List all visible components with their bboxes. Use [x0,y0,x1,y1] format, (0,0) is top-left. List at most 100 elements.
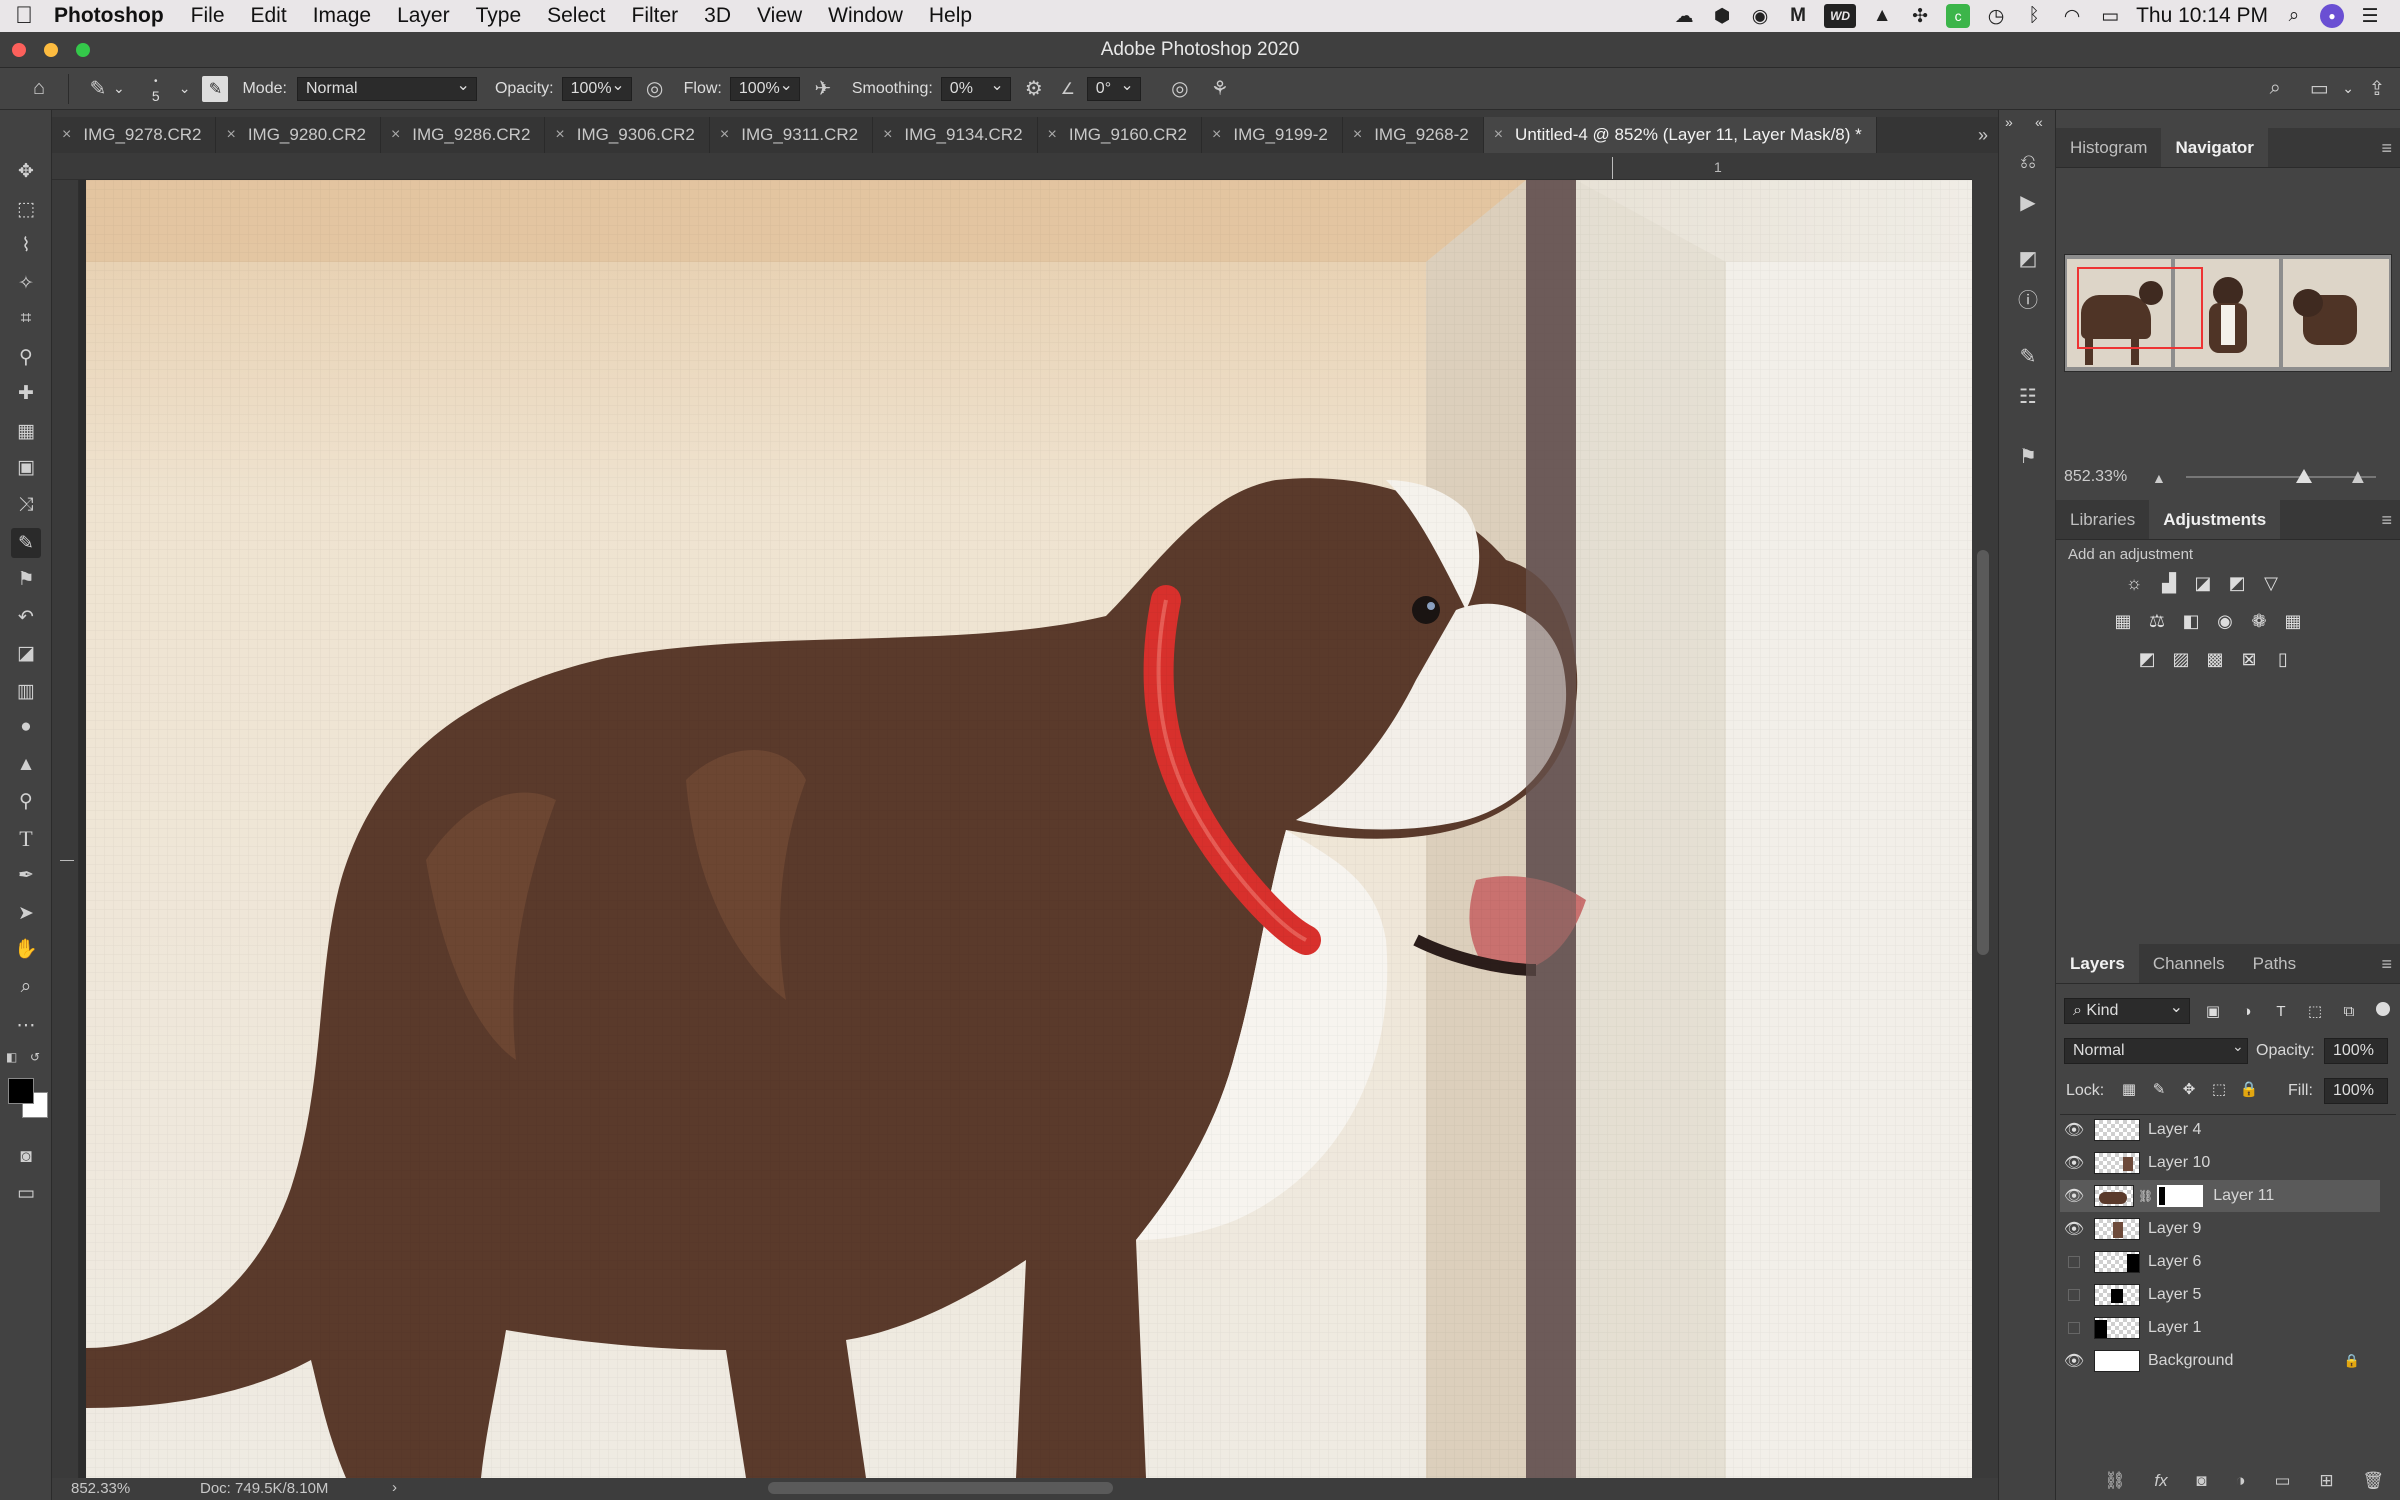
lock-transparent-icon[interactable]: ▦ [2116,1076,2142,1102]
properties-panel-icon[interactable]: ☷ [2012,380,2044,412]
delete-layer-icon[interactable]: 🗑 [2362,1471,2384,1491]
color-panel-icon[interactable]: ◩ [2012,242,2044,274]
transform-tool-icon[interactable]: ⤨ [11,490,41,520]
apple-icon[interactable]:  [0,2,48,30]
tab-untitled-4[interactable]: × Untitled-4 @ 852% (Layer 11, Layer Mask… [1483,117,1877,153]
pen-tool-icon[interactable]: ✒ [11,860,41,890]
blend-mode-chevron-icon[interactable]: ⌄ [2232,1038,2244,1055]
eye-icon[interactable]: 👁 [2060,1186,2088,1206]
navigator-view-box[interactable] [2077,267,2203,349]
wd-drive-icon[interactable]: WD [1824,4,1857,28]
zoom-in-icon[interactable]: ▲ [2348,466,2368,489]
collapse-left-icon[interactable]: » [2005,114,2013,130]
filter-toggle[interactable] [2376,1002,2390,1016]
more-tools-icon[interactable]: ⋯ [11,1010,41,1040]
vibrance-icon[interactable]: ▽ [2258,570,2284,596]
close-tab-icon[interactable]: × [391,126,400,144]
chain-link-icon[interactable]: ⛓ [2138,1189,2153,1203]
move-tool-icon[interactable]: ✥ [11,156,41,186]
layer-row-layer-10[interactable]: 👁 Layer 10 [2060,1147,2380,1179]
shield-icon[interactable]: ⬢ [1710,4,1734,28]
navigator-zoom-value[interactable]: 852.33% [2064,468,2127,486]
zoom-out-icon[interactable]: ▲ [2152,470,2166,486]
workspace-chevron-icon[interactable]: ⌄ [2342,80,2354,97]
content-aware-tool-icon[interactable]: ▣ [11,452,41,482]
new-layer-icon[interactable]: ⊞ [2319,1471,2333,1491]
menu-help[interactable]: Help [916,4,985,28]
curves-icon[interactable]: ◪ [2190,570,2216,596]
brush-size-chevron-icon[interactable]: ⌄ [179,80,191,97]
layer-row-layer-6[interactable]: Layer 6 [2060,1246,2380,1278]
smoothing-input[interactable]: 0% [940,75,1011,101]
layer-mask-thumbnail[interactable] [2157,1185,2204,1207]
close-tab-icon[interactable]: × [226,126,235,144]
posterize-icon[interactable]: ▨ [2168,646,2194,672]
status-zoom[interactable]: 852.33% [71,1480,130,1497]
notification-center-icon[interactable]: ☰ [2358,4,2382,28]
opacity-input[interactable]: 100% [561,75,632,101]
eye-icon[interactable]: 👁 [2060,1351,2088,1371]
document-canvas[interactable] [79,180,1972,1478]
color-lookup-icon[interactable]: ▦ [2280,608,2306,634]
panel-menu-icon[interactable]: ≡ [2381,138,2392,159]
close-tab-icon[interactable]: × [1353,126,1362,144]
horizontal-scrollbar-thumb[interactable] [768,1482,1113,1494]
healing-brush-tool-icon[interactable]: ✚ [11,378,41,408]
menu-file[interactable]: File [178,4,238,28]
close-tab-icon[interactable]: × [62,126,71,144]
lock-all-icon[interactable]: 🔒 [2236,1076,2262,1102]
mode-select[interactable]: Normal [296,75,477,101]
new-adjustment-layer-icon[interactable]: ◑ [2235,1471,2245,1491]
tab-channels[interactable]: Channels [2139,944,2239,983]
swap-colors-icon[interactable]: ↺ [30,1050,40,1064]
tab-img-9306[interactable]: × IMG_9306.CR2 [545,117,710,153]
tab-layers[interactable]: Layers [2056,944,2139,983]
brush-preset-chevron-icon[interactable]: ⌄ [113,80,125,97]
wifi-icon[interactable]: ◠ [2060,4,2084,28]
layer-row-layer-4[interactable]: 👁 Layer 4 [2060,1114,2380,1146]
filter-shape-icon[interactable]: ⬚ [2302,998,2328,1024]
siri-icon[interactable]: ● [2320,4,2344,28]
search-icon[interactable]: ⌕ [2282,4,2306,28]
workspace-icon[interactable]: ▭ [2304,74,2334,104]
quick-mask-icon[interactable]: ◙ [11,1142,41,1172]
panel-menu-icon[interactable]: ≡ [2381,954,2392,975]
layer-name[interactable]: Layer 4 [2148,1121,2201,1139]
time-machine-icon[interactable]: ◷ [1984,4,2008,28]
new-group-icon[interactable]: ▭ [2275,1471,2291,1491]
bluetooth-icon[interactable]: ᛒ [2022,4,2046,28]
menu-filter[interactable]: Filter [619,4,692,28]
layer-opacity-input[interactable]: 100% [2324,1038,2388,1064]
brush-preset-icon[interactable]: ✎ [83,74,113,104]
visibility-toggle[interactable] [2068,1322,2080,1334]
pressure-size-icon[interactable]: ◎ [1165,74,1195,104]
brightness-contrast-icon[interactable]: ☼ [2121,570,2147,596]
clone-stamp-tool-icon[interactable]: ⚑ [11,564,41,594]
share-icon[interactable]: ⇪ [2362,74,2392,104]
history-brush-tool-icon[interactable]: ↶ [11,602,41,632]
sync-icon[interactable]: ◉ [1748,4,1772,28]
menu-select[interactable]: Select [534,4,618,28]
fill-input[interactable]: 100% [2324,1078,2388,1104]
brushes-panel-icon[interactable]: ✎ [2012,340,2044,372]
tab-navigator[interactable]: Navigator [2161,128,2268,167]
layer-row-layer-9[interactable]: 👁 Layer 9 [2060,1213,2380,1245]
gradient-tool-icon[interactable]: ▥ [11,676,41,706]
menubar-clock[interactable]: Thu 10:14 PM [2136,4,2268,28]
threshold-icon[interactable]: ▩ [2202,646,2228,672]
brush-tool-icon[interactable]: ✎ [11,528,41,558]
clone-source-panel-icon[interactable]: ⚑ [2012,440,2044,472]
smoothing-options-gear-icon[interactable]: ⚙ [1019,74,1049,104]
hue-saturation-icon[interactable]: ▦ [2110,608,2136,634]
visibility-toggle[interactable] [2068,1289,2080,1301]
lock-image-icon[interactable]: ✎ [2146,1076,2172,1102]
tab-img-9286[interactable]: × IMG_9286.CR2 [381,117,546,153]
black-white-icon[interactable]: ◧ [2178,608,2204,634]
layer-name[interactable]: Layer 6 [2148,1253,2201,1271]
menu-image[interactable]: Image [300,4,384,28]
lasso-tool-icon[interactable]: ⌇ [11,230,41,260]
brush-size-picker[interactable]: • 5 [141,75,171,103]
angle-input[interactable]: 0° [1086,75,1141,101]
creative-cloud-icon[interactable]: ☁ [1672,4,1696,28]
tab-paths[interactable]: Paths [2239,944,2310,983]
